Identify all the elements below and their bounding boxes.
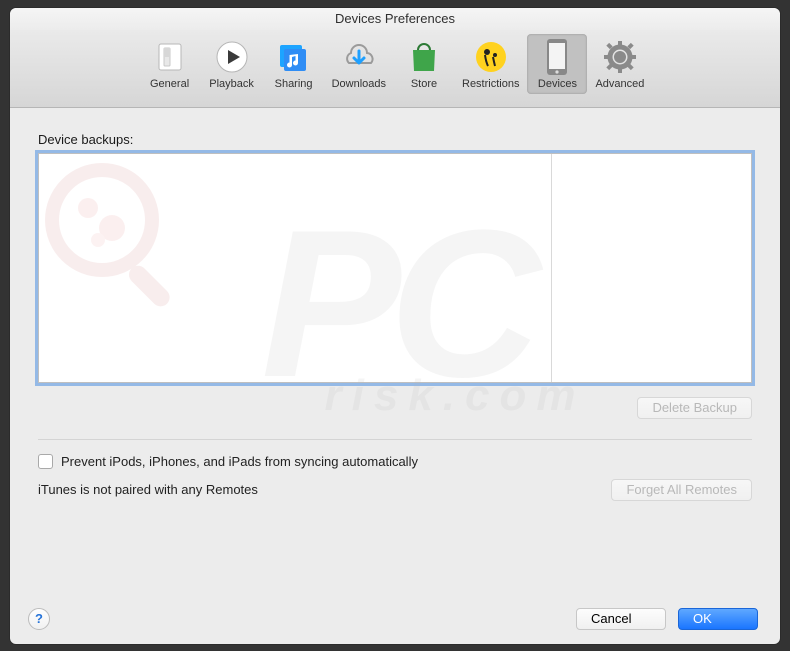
parental-icon [471,37,511,77]
backups-list[interactable] [38,153,752,383]
toolbar-label: Store [411,78,437,90]
switch-icon [150,37,190,77]
column-divider [551,154,552,382]
cloud-download-icon [339,37,379,77]
prevent-sync-row[interactable]: Prevent iPods, iPhones, and iPads from s… [38,454,752,469]
backups-label: Device backups: [38,132,752,147]
music-stack-icon [274,37,314,77]
toolbar-label: Restrictions [462,78,519,90]
toolbar-label: Sharing [275,78,313,90]
divider [38,439,752,440]
toolbar-devices[interactable]: Devices [527,34,587,94]
preferences-window: Devices Preferences General Playback Sha… [10,8,780,644]
prevent-sync-label: Prevent iPods, iPhones, and iPads from s… [61,454,418,469]
phone-icon [537,37,577,77]
toolbar-restrictions[interactable]: Restrictions [456,34,525,94]
prevent-sync-checkbox[interactable] [38,454,53,469]
help-button[interactable]: ? [28,608,50,630]
toolbar-general[interactable]: General [140,34,200,94]
toolbar-label: Advanced [595,78,644,90]
preferences-toolbar: General Playback Sharing Downloads [10,30,780,108]
toolbar-downloads[interactable]: Downloads [326,34,392,94]
forget-remotes-button: Forget All Remotes [611,479,752,501]
toolbar-playback[interactable]: Playback [202,34,262,94]
delete-backup-button: Delete Backup [637,397,752,419]
footer: ? Cancel OK [28,608,758,630]
toolbar-label: Devices [538,78,577,90]
toolbar-label: Downloads [332,78,386,90]
bag-icon [404,37,444,77]
content-pane: Device backups: Delete Backup Prevent iP… [10,108,780,515]
remotes-status: iTunes is not paired with any Remotes [38,482,258,497]
toolbar-store[interactable]: Store [394,34,454,94]
toolbar-sharing[interactable]: Sharing [264,34,324,94]
cancel-button[interactable]: Cancel [576,608,666,630]
play-icon [212,37,252,77]
ok-button[interactable]: OK [678,608,758,630]
window-title: Devices Preferences [10,8,780,30]
toolbar-advanced[interactable]: Advanced [589,34,650,94]
gear-icon [600,37,640,77]
toolbar-label: General [150,78,189,90]
toolbar-label: Playback [209,78,254,90]
